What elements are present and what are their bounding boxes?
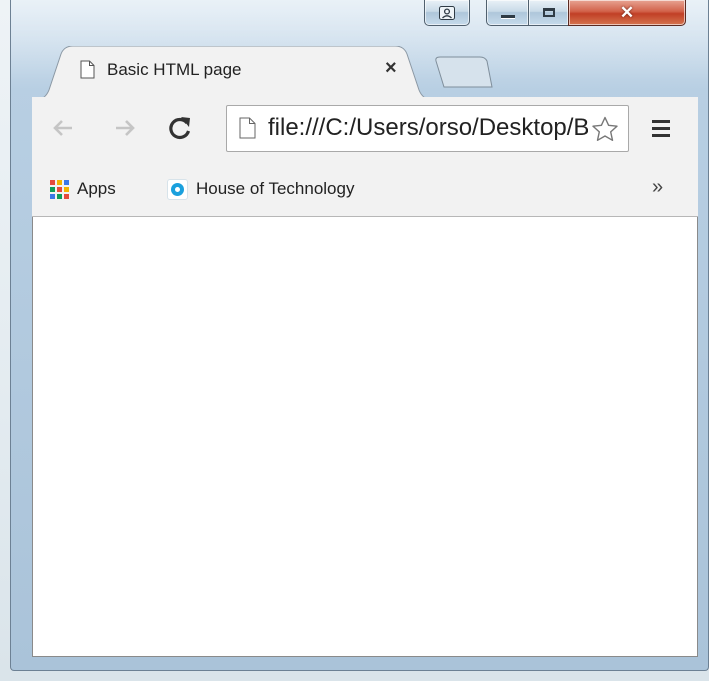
profile-icon — [439, 5, 455, 20]
close-icon: ✕ — [619, 3, 635, 22]
page-icon — [80, 60, 95, 84]
url-text[interactable]: file:///C:/Users/orso/Desktop/Basic HTML… — [268, 114, 588, 142]
address-bar[interactable]: file:///C:/Users/orso/Desktop/Basic HTML… — [226, 105, 629, 152]
new-tab-button[interactable] — [432, 55, 494, 89]
forward-arrow-icon[interactable] — [112, 115, 138, 146]
star-icon[interactable] — [591, 116, 619, 147]
site-favicon-icon — [167, 178, 188, 200]
minimize-icon — [500, 14, 515, 18]
hamburger-menu-icon[interactable] — [652, 120, 670, 141]
tab-title: Basic HTML page — [107, 60, 242, 79]
bookmarks-overflow-icon[interactable]: » — [652, 176, 663, 199]
reload-icon[interactable] — [166, 114, 194, 147]
bookmark-label: House of Technology — [196, 179, 355, 198]
bookmark-apps[interactable]: Apps — [50, 175, 116, 203]
maximize-icon — [542, 8, 555, 17]
apps-grid-icon — [50, 179, 69, 199]
bookmark-house-of-technology[interactable]: House of Technology — [167, 175, 354, 203]
close-window-button[interactable]: ✕ — [568, 0, 686, 26]
page-icon — [239, 117, 256, 144]
browser-toolbar: file:///C:/Users/orso/Desktop/Basic HTML… — [32, 97, 698, 165]
minimize-button[interactable] — [486, 0, 529, 26]
maximize-button[interactable] — [528, 0, 569, 26]
bookmarks-bar: Apps House of Technology » — [32, 165, 698, 217]
tab-basic-html-page[interactable]: Basic HTML page × — [35, 46, 433, 100]
tab-close-icon[interactable]: × — [385, 57, 397, 80]
bookmark-label: Apps — [77, 179, 116, 198]
profile-button[interactable] — [424, 0, 470, 26]
page-content-area[interactable] — [32, 217, 698, 657]
back-arrow-icon[interactable] — [50, 115, 76, 146]
